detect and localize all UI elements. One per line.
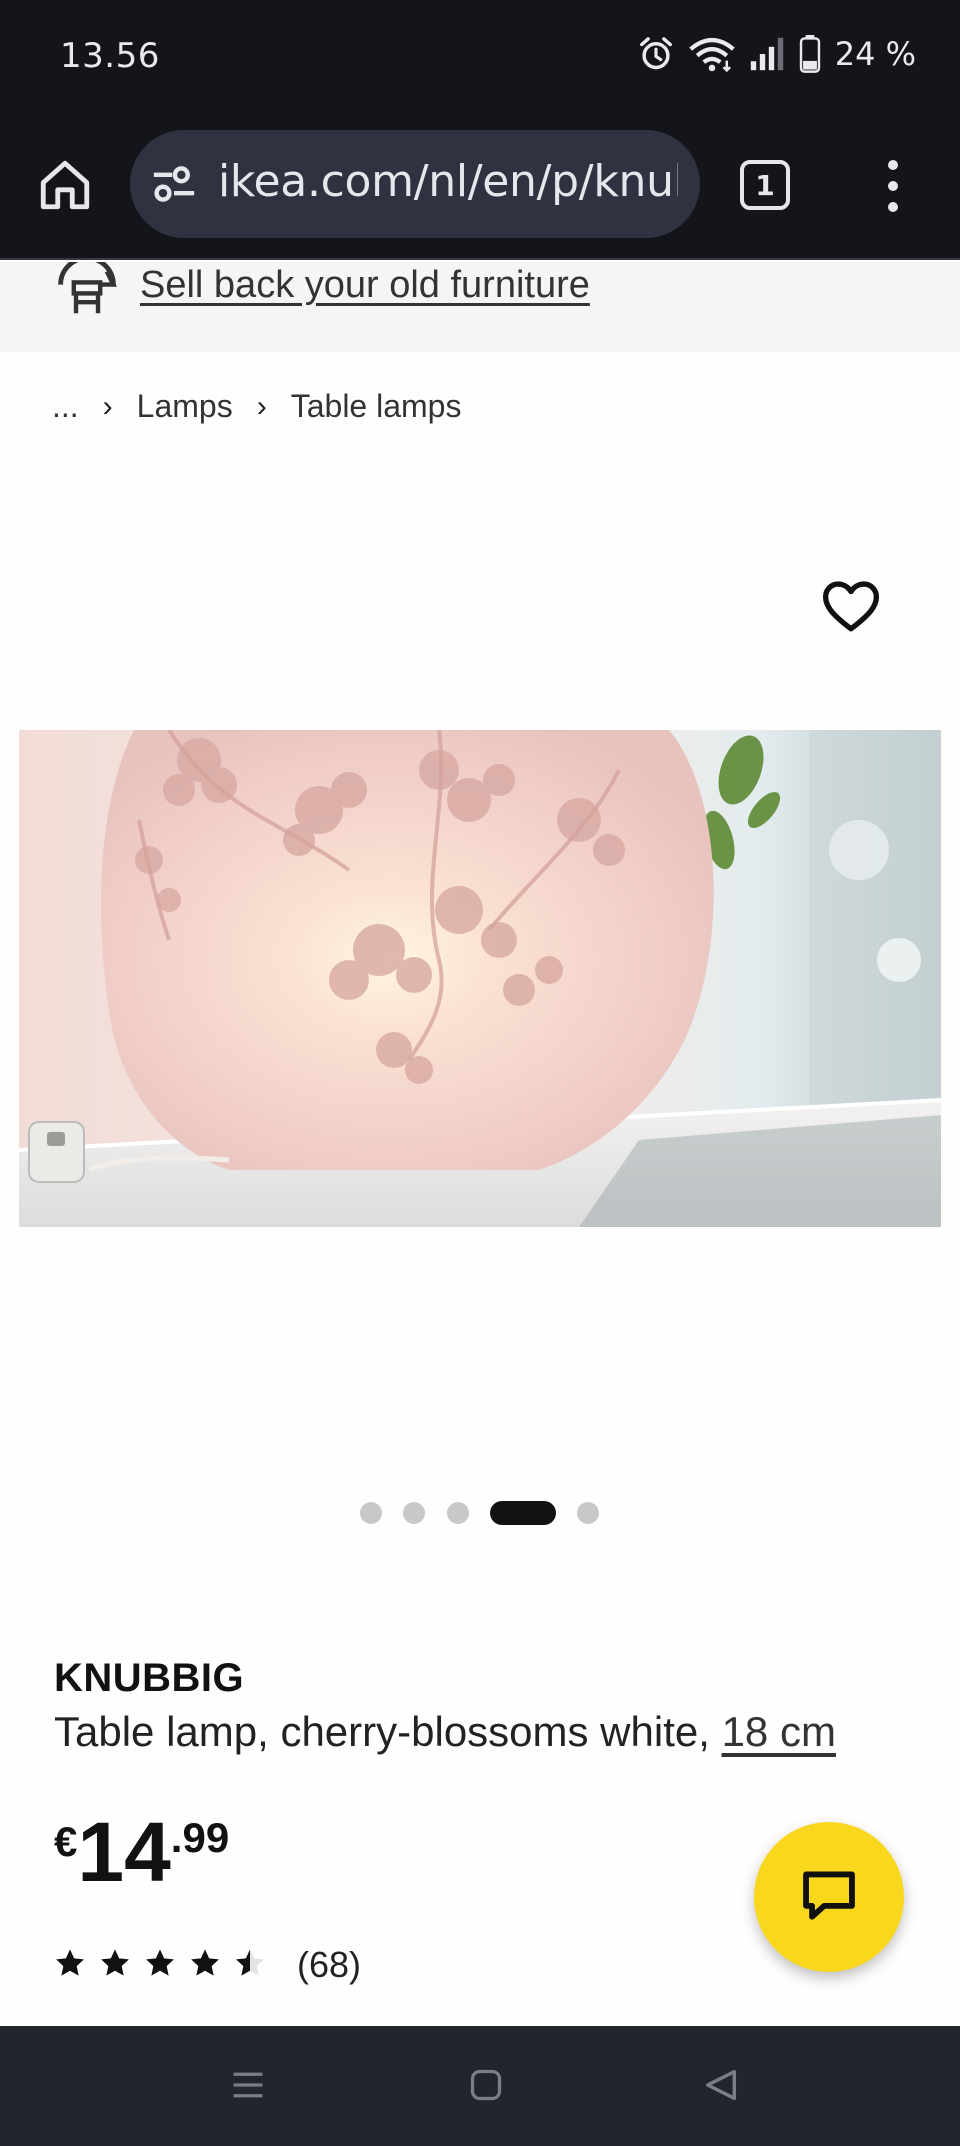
wifi-icon — [688, 35, 735, 73]
breadcrumb-item-table-lamps[interactable]: Table lamps — [291, 388, 462, 425]
product-description: Table lamp, cherry-blossoms white, 18 cm — [54, 1708, 836, 1756]
favorite-button[interactable] — [822, 580, 880, 634]
product-image[interactable] — [19, 730, 941, 1227]
breadcrumb: ... › Lamps › Table lamps — [52, 388, 461, 425]
alarm-icon — [637, 35, 675, 73]
chat-button[interactable] — [754, 1822, 904, 1972]
breadcrumb-item-lamps[interactable]: Lamps — [137, 388, 233, 425]
price-decimal: .99 — [170, 1814, 230, 1861]
breadcrumb-ellipsis[interactable]: ... — [52, 388, 79, 425]
battery-icon — [799, 35, 821, 73]
back-nav-icon[interactable] — [702, 2066, 740, 2109]
signal-icon — [749, 36, 785, 72]
status-icons: 24 % — [637, 32, 916, 76]
system-nav-bar — [0, 2026, 960, 2146]
rating[interactable]: (68) — [54, 1944, 361, 1986]
browser-toolbar: ikea.com/nl/en/p/knubbig-table-lamp 1 — [0, 118, 960, 260]
chevron-right-icon: › — [256, 389, 267, 423]
price: € 14 .99 — [54, 1810, 229, 1894]
site-settings-icon[interactable] — [152, 165, 196, 208]
carousel-dot[interactable] — [360, 1502, 382, 1524]
star-icon — [144, 1947, 189, 1984]
heart-icon — [822, 581, 880, 638]
star-icon — [99, 1947, 144, 1984]
star-icon — [54, 1947, 99, 1984]
chat-icon — [800, 1868, 858, 1927]
carousel-dot[interactable] — [403, 1502, 425, 1524]
more-vert-icon[interactable] — [878, 156, 908, 216]
chevron-right-icon: › — [102, 389, 113, 423]
price-integer: 14 — [77, 1805, 171, 1899]
carousel-dot-active[interactable] — [490, 1501, 556, 1525]
status-time: 13.56 — [60, 36, 160, 76]
home-icon — [36, 160, 94, 218]
star-icon — [189, 1947, 234, 1984]
status-bar: 13.56 24 % — [0, 0, 960, 118]
url-text: ikea.com/nl/en/p/knubbig-table-lamp — [218, 156, 678, 207]
half-star-icon — [234, 1947, 279, 1984]
carousel-dot[interactable] — [577, 1502, 599, 1524]
sell-back-link[interactable]: Sell back your old furniture — [140, 264, 590, 307]
carousel-indicator — [0, 1500, 960, 1525]
buyback-icon — [54, 255, 120, 321]
price-currency: € — [54, 1818, 78, 1865]
home-button[interactable] — [36, 156, 94, 214]
size-link[interactable]: 18 cm — [722, 1708, 836, 1755]
address-bar[interactable]: ikea.com/nl/en/p/knubbig-table-lamp — [130, 130, 700, 238]
review-count[interactable]: (68) — [297, 1944, 361, 1986]
home-nav-icon[interactable] — [468, 2066, 504, 2109]
sellback-banner: Sell back your old furniture — [0, 255, 960, 352]
battery-percentage: 24 % — [834, 35, 916, 73]
product-description-text: Table lamp, cherry-blossoms white, — [54, 1708, 722, 1755]
tabs-button[interactable]: 1 — [740, 160, 790, 210]
product-name: KNUBBIG — [54, 1656, 245, 1700]
carousel-dot[interactable] — [447, 1502, 469, 1524]
recent-apps-icon[interactable] — [230, 2066, 266, 2109]
